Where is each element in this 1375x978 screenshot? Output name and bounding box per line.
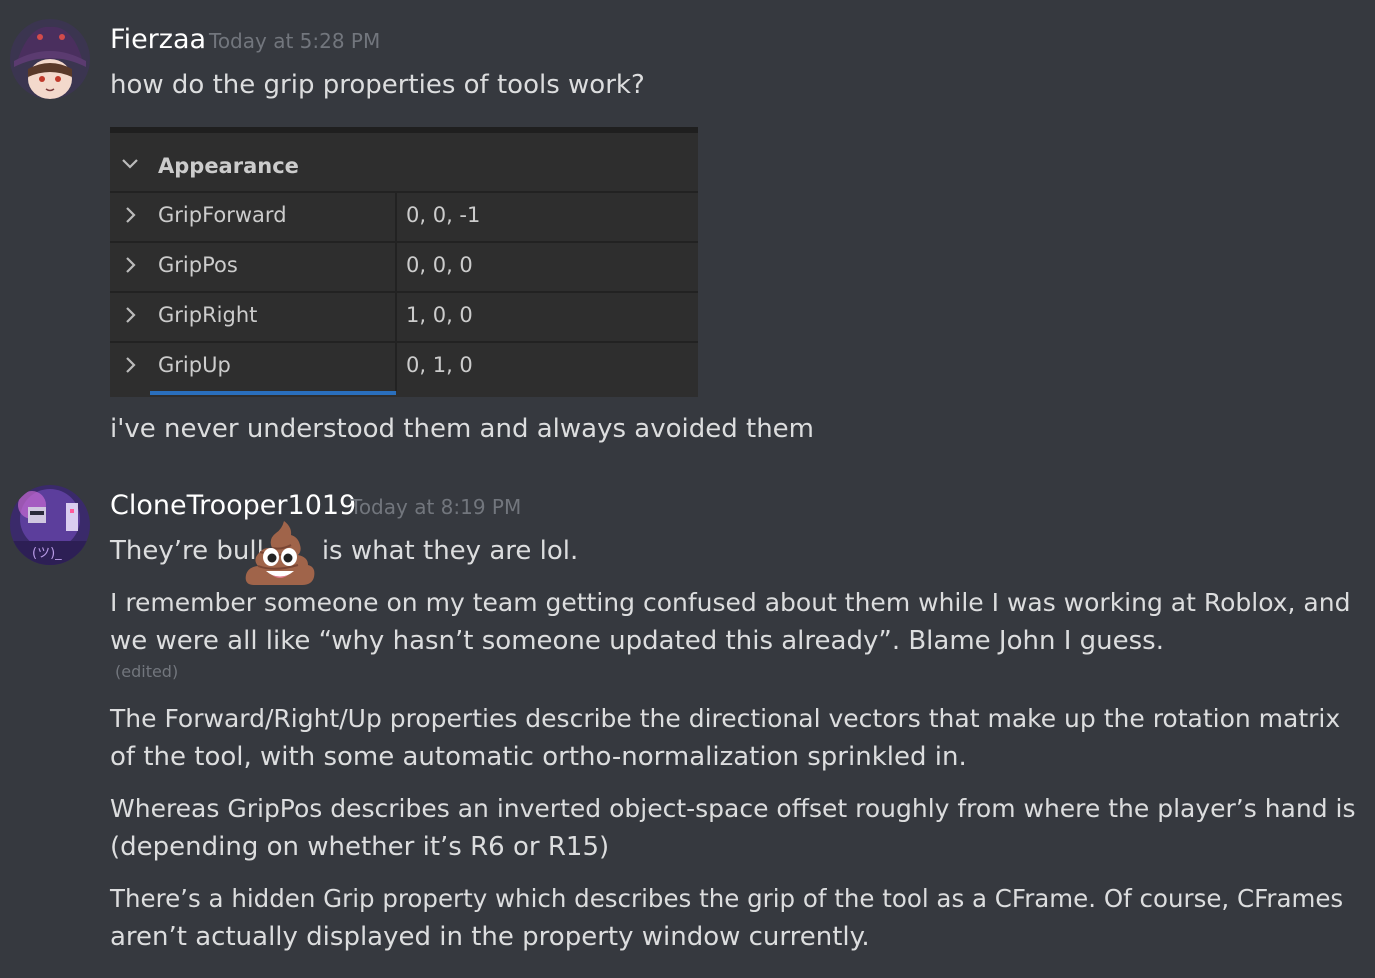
property-name: GripRight (158, 303, 258, 327)
property-value: 1, 0, 0 (406, 303, 473, 327)
chevron-right-icon (126, 257, 136, 273)
property-row: GripForward 0, 0, -1 (110, 191, 698, 241)
username-clonetrooper1019[interactable]: CloneTrooper1019 (110, 490, 356, 521)
property-name: GripPos (158, 253, 238, 277)
property-name: GripUp (158, 353, 231, 377)
avatar-image: (ツ)_ (10, 485, 90, 565)
message-text: i've never understood them and always av… (110, 414, 815, 444)
property-value: 0, 1, 0 (406, 353, 473, 377)
message-timestamp: Today at 5:28 PM (209, 29, 381, 53)
message-text: They’re bull is what they are lol. (110, 532, 578, 570)
message-timestamp: Today at 8:19 PM (350, 495, 522, 519)
chevron-right-icon (126, 357, 136, 373)
avatar-image (10, 19, 90, 99)
column-divider (395, 193, 397, 241)
panel-top-border (110, 127, 698, 133)
property-row: GripUp 0, 1, 0 (110, 341, 698, 391)
message-text: Whereas GripPos describes an inverted ob… (110, 794, 1356, 823)
message-text: There’s a hidden Grip property which des… (110, 884, 1344, 913)
message-text: (depending on whether it’s R6 or R15) (110, 832, 610, 862)
avatar-clonetrooper1019[interactable]: (ツ)_ (10, 485, 90, 565)
message-text: how do the grip properties of tools work… (110, 70, 645, 100)
edited-label: (edited) (115, 662, 179, 681)
property-value: 0, 0, 0 (406, 253, 473, 277)
property-row: GripRight 1, 0, 0 (110, 291, 698, 341)
chevron-right-icon (126, 207, 136, 223)
message-text: of the tool, with some automatic ortho-n… (110, 742, 967, 772)
column-divider (395, 293, 397, 341)
selection-highlight (150, 391, 396, 395)
message-text-part: They’re bull (110, 536, 264, 566)
properties-screenshot[interactable]: Appearance GripForward 0, 0, -1 GripPos … (110, 127, 698, 397)
property-name: GripForward (158, 203, 287, 227)
column-divider (395, 343, 397, 391)
message-text: The Forward/Right/Up properties describe… (110, 704, 1341, 733)
category-label: Appearance (158, 154, 299, 178)
property-value: 0, 0, -1 (406, 203, 481, 227)
category-row-appearance: Appearance (110, 141, 698, 189)
poop-emoji-icon (245, 521, 315, 585)
avatar-fierzaa[interactable] (10, 19, 90, 99)
avatar-text: (ツ)_ (32, 546, 62, 561)
message-text: we were all like “why hasn’t someone upd… (110, 626, 1164, 656)
property-row: GripPos 0, 0, 0 (110, 241, 698, 291)
chevron-down-icon (122, 159, 138, 169)
column-divider (395, 243, 397, 291)
message-text: I remember someone on my team getting co… (110, 588, 1351, 617)
username-fierzaa[interactable]: Fierzaa (110, 24, 206, 55)
chevron-right-icon (126, 307, 136, 323)
message-text-part: is what they are lol. (321, 536, 579, 566)
message-text: aren’t actually displayed in the propert… (110, 922, 870, 952)
